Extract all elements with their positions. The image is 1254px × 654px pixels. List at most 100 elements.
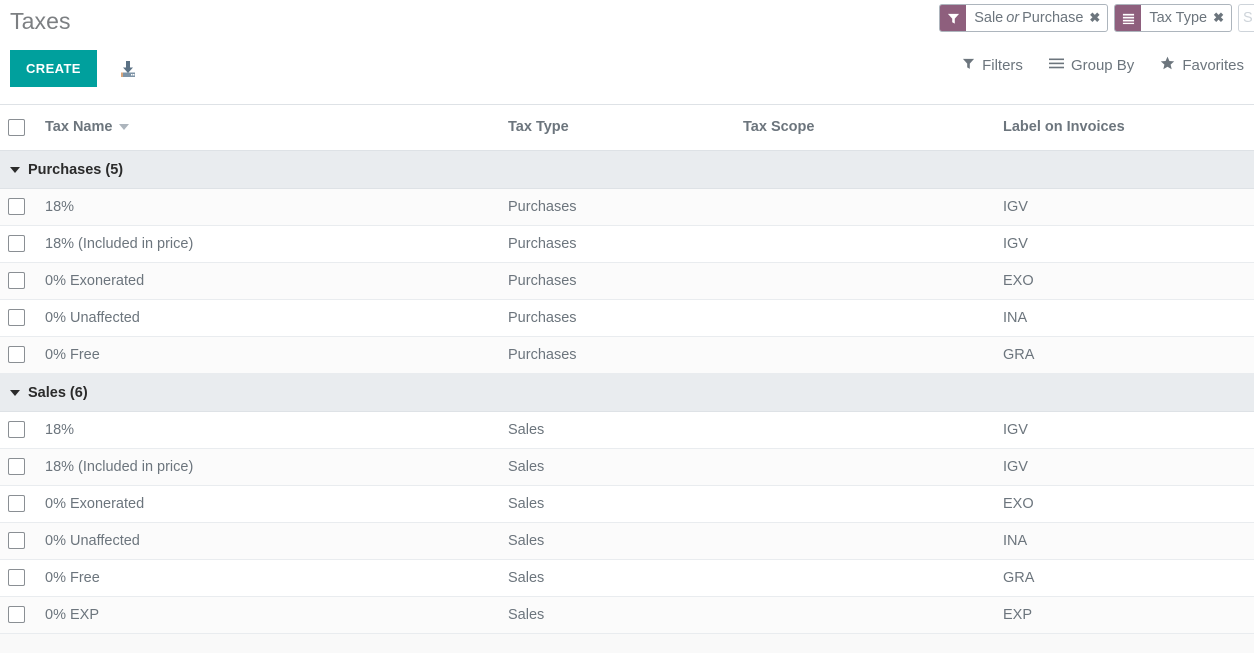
facet-close-icon[interactable]: ✖: [1089, 5, 1107, 31]
table-row[interactable]: 0% EXPSalesEXP: [0, 596, 1254, 633]
row-checkbox[interactable]: [8, 346, 25, 363]
create-button[interactable]: CREATE: [10, 50, 97, 87]
group-toggle[interactable]: Purchases (5): [0, 162, 123, 178]
row-checkbox[interactable]: [8, 235, 25, 252]
column-header-label: Label on Invoices: [1003, 119, 1125, 135]
table-row[interactable]: 0% ExoneratedSalesEXO: [0, 485, 1254, 522]
search-facet-partial[interactable]: S: [1238, 4, 1254, 32]
favorites-menu[interactable]: Favorites: [1160, 56, 1244, 74]
star-icon: [1160, 56, 1175, 74]
cell-tax-type: Sales: [508, 522, 743, 559]
group-toggle[interactable]: Sales (6): [0, 385, 88, 401]
row-checkbox[interactable]: [8, 606, 25, 623]
cell-tax-type: Sales: [508, 485, 743, 522]
filters-menu[interactable]: Filters: [962, 57, 1023, 74]
taxes-table: Tax Name Tax Type Tax Scope Label on Inv…: [0, 105, 1254, 634]
group-by-menu-label: Group By: [1071, 57, 1134, 74]
row-select-cell[interactable]: [0, 262, 45, 299]
page-title: Taxes: [10, 8, 71, 35]
select-all-header[interactable]: [0, 105, 45, 150]
chevron-down-icon: [10, 390, 20, 396]
search-facet-tax-type[interactable]: Tax Type ✖: [1114, 4, 1232, 32]
row-select-cell[interactable]: [0, 225, 45, 262]
cell-label-on-invoices: IGV: [1003, 411, 1254, 448]
table-row[interactable]: 0% UnaffectedPurchasesINA: [0, 299, 1254, 336]
cell-label-on-invoices: INA: [1003, 522, 1254, 559]
cell-label-on-invoices: INA: [1003, 299, 1254, 336]
row-checkbox[interactable]: [8, 458, 25, 475]
favorites-menu-label: Favorites: [1182, 57, 1244, 74]
group-header-row[interactable]: Purchases (5): [0, 150, 1254, 188]
row-select-cell[interactable]: [0, 522, 45, 559]
row-checkbox[interactable]: [8, 421, 25, 438]
search-facets[interactable]: Sale or Purchase ✖ Tax Type: [934, 4, 1254, 36]
cell-tax-name: 18% (Included in price): [45, 448, 508, 485]
row-select-cell[interactable]: [0, 559, 45, 596]
column-header-label-on-invoices[interactable]: Label on Invoices: [1003, 105, 1254, 150]
cell-tax-name: 0% Unaffected: [45, 522, 508, 559]
row-select-cell[interactable]: [0, 188, 45, 225]
column-header-label: Tax Type: [508, 119, 569, 135]
row-checkbox[interactable]: [8, 569, 25, 586]
control-panel-buttons: CREATE: [10, 50, 141, 87]
cell-tax-scope: [743, 448, 1003, 485]
cell-tax-scope: [743, 559, 1003, 596]
search-facet-sale-or-purchase[interactable]: Sale or Purchase ✖: [939, 4, 1108, 32]
column-header-tax-name[interactable]: Tax Name: [45, 105, 508, 150]
column-header-label: Tax Scope: [743, 119, 814, 135]
row-checkbox[interactable]: [8, 532, 25, 549]
cell-tax-type: Purchases: [508, 299, 743, 336]
row-checkbox[interactable]: [8, 495, 25, 512]
search-facet-partial-text: S: [1239, 10, 1253, 26]
group-header-cell[interactable]: Purchases (5): [0, 150, 1254, 188]
cell-tax-type: Sales: [508, 448, 743, 485]
cell-tax-scope: [743, 485, 1003, 522]
row-checkbox[interactable]: [8, 272, 25, 289]
group-header-cell[interactable]: Sales (6): [0, 373, 1254, 411]
cell-label-on-invoices: EXO: [1003, 485, 1254, 522]
list-table-container: Tax Name Tax Type Tax Scope Label on Inv…: [0, 105, 1254, 653]
import-icon[interactable]: [115, 56, 141, 82]
cell-tax-scope: [743, 411, 1003, 448]
row-select-cell[interactable]: [0, 485, 45, 522]
cell-tax-scope: [743, 262, 1003, 299]
list-table-inner: Tax Name Tax Type Tax Scope Label on Inv…: [0, 105, 1254, 634]
group-by-lines-icon: [1115, 5, 1141, 31]
row-select-cell[interactable]: [0, 299, 45, 336]
table-row[interactable]: 18%SalesIGV: [0, 411, 1254, 448]
cell-tax-name: 0% Exonerated: [45, 262, 508, 299]
column-header-tax-scope[interactable]: Tax Scope: [743, 105, 1003, 150]
row-select-cell[interactable]: [0, 336, 45, 373]
cell-tax-type: Sales: [508, 559, 743, 596]
group-header-row[interactable]: Sales (6): [0, 373, 1254, 411]
table-row[interactable]: 0% ExoneratedPurchases EXO: [0, 262, 1254, 299]
table-row[interactable]: 0% FreePurchasesGRA: [0, 336, 1254, 373]
facet-close-icon[interactable]: ✖: [1213, 5, 1231, 31]
cell-label-on-invoices: GRA: [1003, 559, 1254, 596]
row-select-cell[interactable]: [0, 448, 45, 485]
cell-label-on-invoices: IGV: [1003, 448, 1254, 485]
table-row[interactable]: 18% (Included in price)PurchasesIGV: [0, 225, 1254, 262]
cell-label-on-invoices: EXO: [1003, 262, 1254, 299]
facet-text-before: Sale: [974, 10, 1003, 26]
row-checkbox[interactable]: [8, 198, 25, 215]
cell-tax-type: Sales: [508, 411, 743, 448]
facet-text-italic: or: [1003, 10, 1022, 26]
row-select-cell[interactable]: [0, 596, 45, 633]
cell-label-on-invoices: EXP: [1003, 596, 1254, 633]
column-header-tax-type[interactable]: Tax Type: [508, 105, 743, 150]
cell-tax-scope: [743, 188, 1003, 225]
table-row[interactable]: 18% (Included in price)Sales IGV: [0, 448, 1254, 485]
cell-tax-type: Purchases: [508, 188, 743, 225]
table-row[interactable]: 0% UnaffectedSales INA: [0, 522, 1254, 559]
cell-tax-scope: [743, 596, 1003, 633]
select-all-checkbox[interactable]: [8, 119, 25, 136]
group-by-menu[interactable]: Group By: [1049, 57, 1134, 74]
table-row[interactable]: 18%PurchasesIGV: [0, 188, 1254, 225]
cell-tax-type: Purchases: [508, 262, 743, 299]
row-select-cell[interactable]: [0, 411, 45, 448]
row-checkbox[interactable]: [8, 309, 25, 326]
table-row[interactable]: 0% FreeSalesGRA: [0, 559, 1254, 596]
taxes-list-view: Taxes CREATE: [0, 0, 1254, 654]
filters-menu-label: Filters: [982, 57, 1023, 74]
